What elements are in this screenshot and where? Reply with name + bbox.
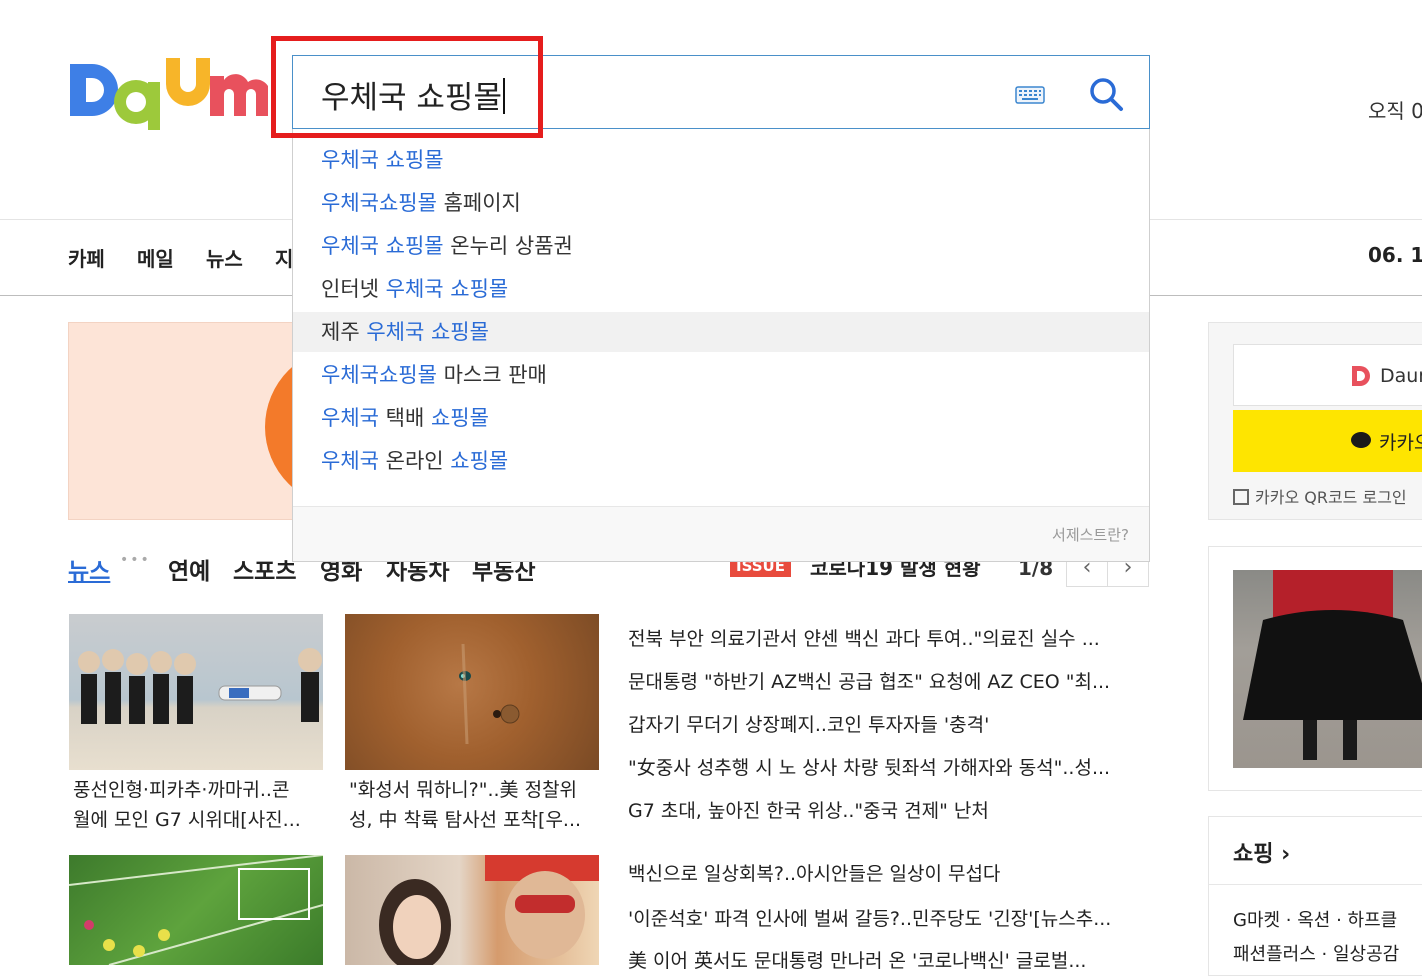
fashion-ad-image[interactable] xyxy=(1233,570,1422,768)
date-text: 06. 1 xyxy=(1368,243,1422,267)
news-thumbnail-g7-protest[interactable] xyxy=(69,614,323,770)
suggestion-match-text: 우체국쇼핑몰 xyxy=(321,363,437,387)
search-icon[interactable] xyxy=(1088,76,1124,112)
keyboard-icon[interactable] xyxy=(1015,86,1045,104)
qr-login-link[interactable]: 카카오 QR코드 로그인 xyxy=(1233,484,1407,508)
suggestion-footer: 서제스트란? xyxy=(293,506,1149,561)
kakao-login-label: 카카오 xyxy=(1379,432,1422,454)
suggestion-text: 택배 xyxy=(378,406,431,430)
nav-item-cafe[interactable]: 카페 xyxy=(68,243,105,272)
suggestion-match-text: 우체국 쇼핑몰 xyxy=(321,234,444,258)
daum-logo[interactable] xyxy=(68,58,270,138)
qr-code-icon xyxy=(1233,489,1249,505)
shopping-title-link[interactable]: 쇼핑 › xyxy=(1233,836,1290,868)
suggest-help-link[interactable]: 서제스트란? xyxy=(1052,524,1129,545)
suggestion-match-text: 우체국 쇼핑몰 xyxy=(321,148,444,172)
headline-1[interactable]: 전북 부안 의료기관서 얀센 백신 과다 투여.."의료진 실수 ... xyxy=(628,624,1148,651)
suggestion-text: 홈페이지 xyxy=(436,191,521,215)
suggestion-text: 마스크 판매 xyxy=(436,363,547,387)
suggestion-item[interactable]: 우체국 택배 쇼핑몰 xyxy=(293,398,1149,438)
tab-entertainment[interactable]: 연예 xyxy=(168,552,210,586)
daum-login-label: Daum xyxy=(1380,365,1422,387)
suggestion-item[interactable]: 우체국쇼핑몰 홈페이지 xyxy=(293,183,1149,223)
banner-circle-graphic xyxy=(265,347,293,507)
more-dots-icon[interactable]: ••• xyxy=(120,552,151,568)
ad-banner[interactable] xyxy=(68,322,294,520)
suggestion-item[interactable]: 우체국 온라인 쇼핑몰 xyxy=(293,441,1149,481)
headline-7[interactable]: '이준석호' 파격 인사에 벌써 갈등?..민주당도 '긴장'[뉴스추... xyxy=(628,904,1148,931)
news-thumbnail-mars[interactable] xyxy=(345,614,599,770)
news-thumbnail-soccer[interactable] xyxy=(69,855,323,965)
caption-line: 풍선인형·피카추·까마귀..콘 xyxy=(73,779,290,801)
suggestion-item[interactable]: 제주 우체국 쇼핑몰 xyxy=(293,312,1149,352)
thumbnail-caption-2[interactable]: "화성서 뭐하니?"..美 정찰위 성, 中 착륙 탐사선 포착[우... xyxy=(349,775,601,835)
suggestion-item[interactable]: 우체국 쇼핑몰 온누리 상품권 xyxy=(293,226,1149,266)
headline-3[interactable]: 갑자기 무더기 상장폐지..코인 투자자들 '충격' xyxy=(628,710,1148,737)
suggestion-item[interactable]: 우체국쇼핑몰 마스크 판매 xyxy=(293,355,1149,395)
shopping-divider xyxy=(1209,884,1422,885)
suggestion-text: 인터넷 xyxy=(321,277,386,301)
headline-4[interactable]: "女중사 성추행 시 노 상사 차량 뒷좌석 가해자와 동석"..성... xyxy=(628,753,1148,780)
nav-item-mail[interactable]: 메일 xyxy=(137,243,174,272)
suggestion-match-text: 우체국 xyxy=(321,449,379,473)
suggestion-match-text: 우체국 xyxy=(321,406,379,430)
headline-8[interactable]: 美 이어 英서도 문대통령 만나러 온 '코로나백신' 글로벌... xyxy=(628,946,1148,973)
shopping-links-1[interactable]: G마켓 · 옥션 · 하프클 xyxy=(1233,906,1397,932)
tab-sports[interactable]: 스포츠 xyxy=(233,552,296,586)
kakao-login-button[interactable]: 카카오 xyxy=(1233,410,1422,472)
suggestion-match-text: 쇼핑몰 xyxy=(450,449,509,473)
suggestion-item[interactable]: 인터넷 우체국 쇼핑몰 xyxy=(293,269,1149,309)
suggestion-match-text: 우체국 쇼핑몰 xyxy=(366,320,489,344)
kakao-speech-icon xyxy=(1351,432,1371,448)
qr-login-label: 카카오 QR코드 로그인 xyxy=(1255,488,1407,507)
search-suggestion-dropdown: 우체국 쇼핑몰 우체국쇼핑몰 홈페이지 우체국 쇼핑몰 온누리 상품권 인터넷 우체국… xyxy=(292,129,1150,562)
caption-line: 성, 中 착륙 탐사선 포착[우... xyxy=(349,809,582,831)
news-thumbnail-tv-show[interactable] xyxy=(345,855,599,965)
suggestion-text: 온누리 상품권 xyxy=(443,234,573,258)
daum-d-icon xyxy=(1352,366,1370,386)
daum-login-button[interactable]: Daum xyxy=(1233,344,1422,406)
suggestion-match-text: 우체국쇼핑몰 xyxy=(321,191,437,215)
header-right-text: 오직 0 xyxy=(1368,99,1422,123)
thumbnail-caption-1[interactable]: 풍선인형·피카추·까마귀..콘 월에 모인 G7 시위대[사진... xyxy=(73,775,325,835)
nav-item-map[interactable]: 지 xyxy=(275,243,293,272)
headline-5[interactable]: G7 초대, 높아진 한국 위상.."중국 견제" 난처 xyxy=(628,796,1148,823)
suggestion-item[interactable]: 우체국 쇼핑몰 xyxy=(293,140,1149,180)
caption-line: 월에 모인 G7 시위대[사진... xyxy=(73,809,301,831)
caption-line: "화성서 뭐하니?"..美 정찰위 xyxy=(349,779,578,801)
suggestion-match-text: 쇼핑몰 xyxy=(430,406,489,430)
suggestion-text: 온라인 xyxy=(378,449,451,473)
headline-6[interactable]: 백신으로 일상회복?..아시안들은 일상이 무섭다 xyxy=(628,859,1148,886)
headline-2[interactable]: 문대통령 "하반기 AZ백신 공급 협조" 요청에 AZ CEO "최... xyxy=(628,667,1148,694)
nav-item-news[interactable]: 뉴스 xyxy=(206,243,243,272)
shopping-links-2[interactable]: 패션플러스 · 일상공감 xyxy=(1233,940,1399,966)
suggestion-text: 제주 xyxy=(321,320,367,344)
red-highlight-box xyxy=(271,36,543,138)
tab-news[interactable]: 뉴스 xyxy=(68,552,110,586)
suggestion-match-text: 우체국 쇼핑몰 xyxy=(385,277,509,301)
